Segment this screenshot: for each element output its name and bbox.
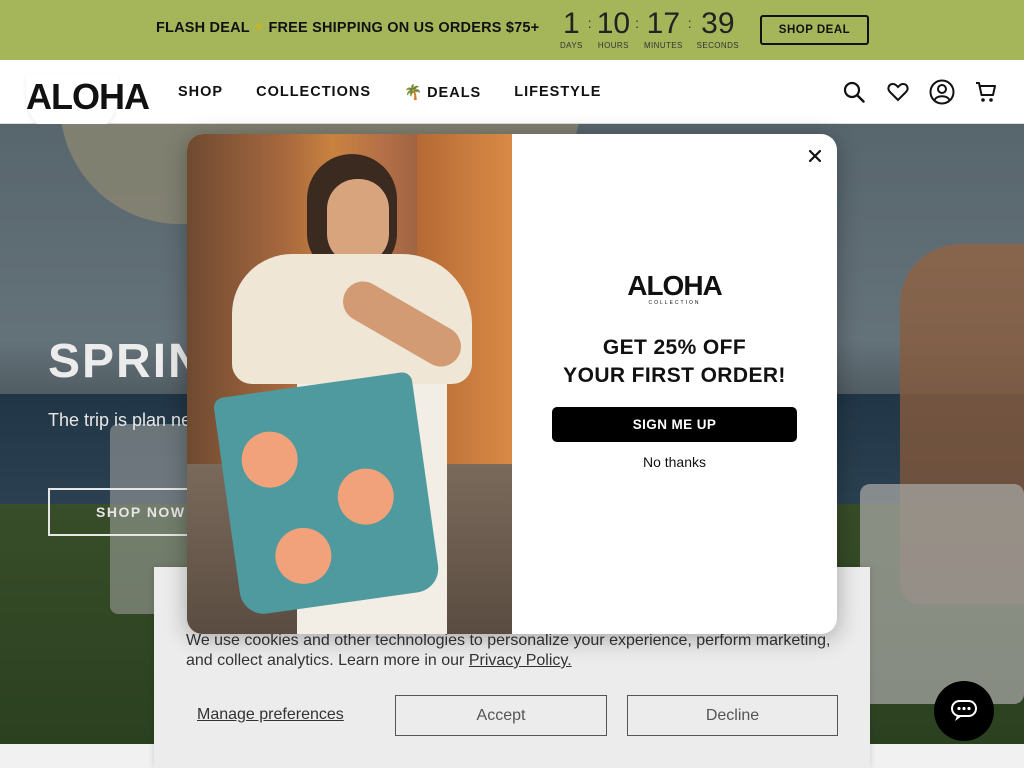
- nav-item-lifestyle[interactable]: LIFESTYLE: [514, 84, 601, 101]
- countdown-separator: :: [635, 15, 639, 31]
- flash-deal-text: FLASH DEAL ⚡ FREE SHIPPING ON US ORDERS …: [156, 20, 539, 36]
- countdown-days-value: 1: [563, 7, 580, 40]
- nav-item-shop[interactable]: SHOP: [178, 84, 223, 101]
- countdown-minutes-value: 17: [646, 7, 681, 40]
- countdown-minutes-label: MINUTES: [643, 41, 683, 50]
- decline-button[interactable]: Decline: [627, 695, 838, 736]
- popup-headline: GET 25% OFF YOUR FIRST ORDER!: [512, 334, 837, 390]
- privacy-policy-link[interactable]: Privacy Policy.: [469, 652, 572, 669]
- countdown-minutes: 17 MINUTES: [643, 7, 683, 51]
- countdown-separator: :: [687, 15, 692, 31]
- countdown-days-label: DAYS: [560, 41, 583, 50]
- cookie-text: We use cookies and other technologies to…: [186, 631, 846, 671]
- logo-text: ALOHA: [26, 76, 150, 117]
- countdown-hours: 10 HOURS: [596, 7, 631, 51]
- shop-now-button[interactable]: SHOP NOW: [48, 488, 198, 536]
- countdown-hours-label: HOURS: [597, 41, 629, 50]
- account-icon[interactable]: [928, 78, 956, 106]
- sign-me-up-button[interactable]: SIGN ME UP: [552, 407, 797, 442]
- bag-flower: [334, 465, 398, 529]
- nav-item-deals[interactable]: 🌴 DEALS: [404, 84, 481, 101]
- nav-item-deals-label: DEALS: [427, 85, 482, 101]
- header-icons: [840, 78, 1000, 106]
- nav-item-collections[interactable]: COLLECTIONS: [256, 84, 371, 101]
- popup-headline-line2: YOUR FIRST ORDER!: [563, 364, 786, 387]
- popup-logo-subtext: COLLECTION: [648, 300, 701, 306]
- heart-icon[interactable]: [884, 78, 912, 106]
- countdown-seconds: 39 SECONDS: [696, 7, 740, 51]
- popup-logo: ALOHA COLLECTION: [512, 270, 837, 306]
- hero-title: SPRIN: [48, 335, 205, 388]
- chat-bubble-icon[interactable]: [934, 681, 994, 741]
- close-icon[interactable]: [805, 146, 825, 166]
- palm-tree-icon: 🌴: [404, 85, 424, 101]
- popup-image-tote-bag: [212, 371, 442, 617]
- shop-deal-button[interactable]: SHOP DEAL: [760, 15, 869, 45]
- manage-preferences-link[interactable]: Manage preferences: [197, 706, 344, 724]
- popup-image-face: [327, 179, 389, 264]
- popup-content: ALOHA COLLECTION GET 25% OFF YOUR FIRST …: [512, 134, 837, 634]
- cart-icon[interactable]: [972, 78, 1000, 106]
- flash-deal-label: FLASH DEAL: [156, 20, 250, 36]
- search-icon[interactable]: [840, 78, 868, 106]
- countdown-timer: 1 DAYS : 10 HOURS : 17 MINUTES : 39 SECO…: [560, 8, 739, 52]
- discount-popup: ALOHA COLLECTION GET 25% OFF YOUR FIRST …: [187, 134, 837, 634]
- popup-headline-line1: GET 25% OFF: [602, 336, 747, 359]
- accept-button[interactable]: Accept: [395, 695, 607, 736]
- countdown-days: 1 DAYS: [560, 7, 583, 51]
- popup-image: [187, 134, 512, 634]
- no-thanks-link[interactable]: No thanks: [512, 454, 837, 470]
- bag-flower: [271, 524, 336, 588]
- flash-deal-bar: FLASH DEAL ⚡ FREE SHIPPING ON US ORDERS …: [0, 0, 1024, 60]
- popup-logo-text: ALOHA: [627, 270, 723, 301]
- countdown-seconds-value: 39: [701, 7, 735, 40]
- bag-flower: [238, 428, 302, 492]
- site-header: ALOHA SHOP COLLECTIONS 🌴 DEALS LIFESTYLE: [0, 60, 1024, 140]
- lightning-icon: ⚡: [253, 20, 265, 36]
- countdown-separator: :: [587, 15, 592, 31]
- main-nav: SHOP COLLECTIONS 🌴 DEALS LIFESTYLE: [178, 84, 634, 101]
- countdown-hours-value: 10: [596, 7, 631, 40]
- free-shipping-label: FREE SHIPPING ON US ORDERS $75+: [268, 20, 540, 36]
- countdown-seconds-label: SECONDS: [696, 41, 740, 50]
